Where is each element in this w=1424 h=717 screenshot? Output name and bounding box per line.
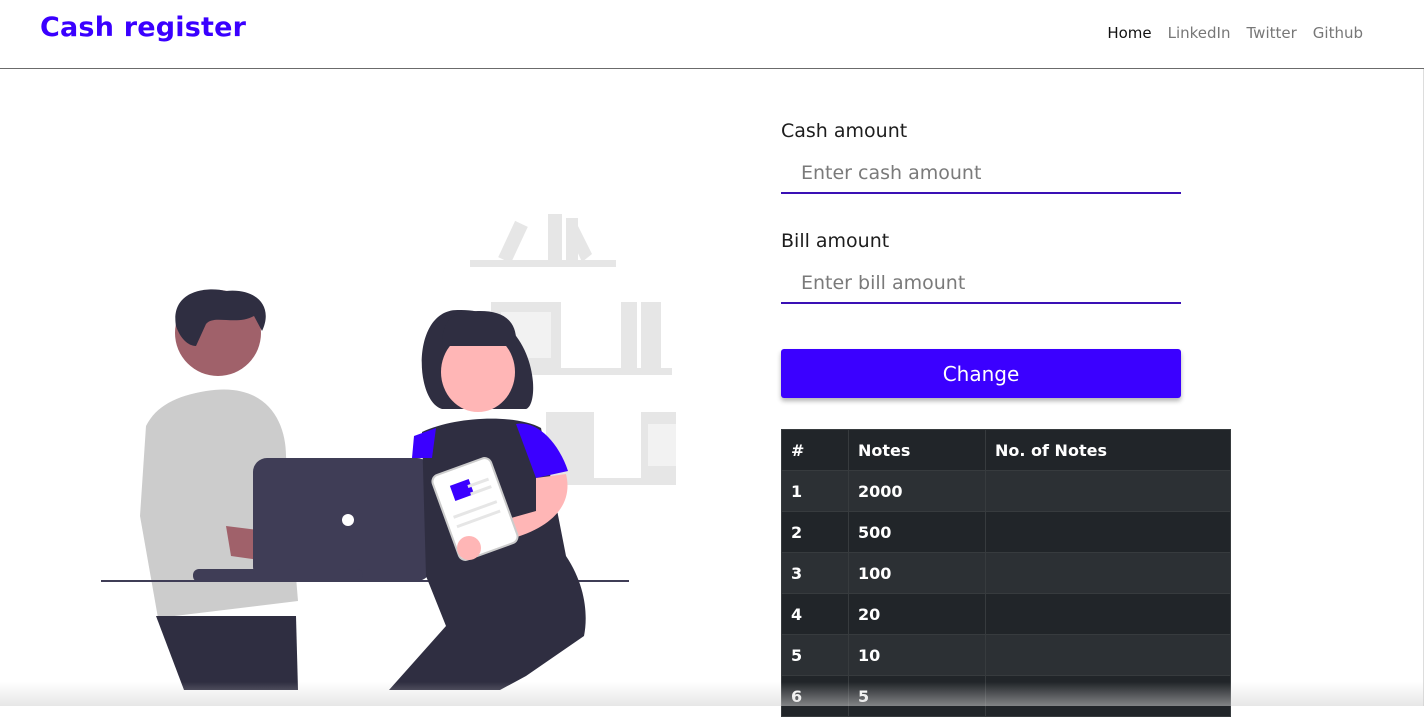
table-row: 4 20 [781, 593, 1231, 635]
bill-amount-group: Bill amount [781, 230, 1181, 304]
nav-linkedin-link[interactable]: LinkedIn [1168, 24, 1231, 42]
cash-amount-group: Cash amount [781, 120, 1181, 194]
table-row: 6 5 [781, 675, 1231, 717]
header-notes: Notes [848, 429, 986, 471]
people-laptop-illustration [101, 214, 676, 690]
header-index: # [781, 429, 849, 471]
table-row: 2 500 [781, 511, 1231, 553]
row-note: 20 [848, 593, 986, 635]
table-row: 1 2000 [781, 470, 1231, 512]
row-count [985, 470, 1231, 512]
row-note: 5 [848, 675, 986, 717]
row-count [985, 634, 1231, 676]
cash-amount-label: Cash amount [781, 120, 908, 142]
nav-twitter-link[interactable]: Twitter [1247, 24, 1297, 42]
row-count [985, 511, 1231, 553]
row-count [985, 675, 1231, 717]
row-index: 6 [781, 675, 849, 717]
change-button[interactable]: Change [781, 349, 1181, 398]
table-row: 5 10 [781, 634, 1231, 676]
bill-amount-input[interactable] [781, 264, 1181, 304]
row-note: 500 [848, 511, 986, 553]
row-index: 4 [781, 593, 849, 635]
nav-links: Home LinkedIn Twitter Github [1107, 24, 1363, 42]
row-note: 100 [848, 552, 986, 594]
brand-title[interactable]: Cash register [40, 12, 246, 43]
row-count [985, 552, 1231, 594]
cash-amount-input[interactable] [781, 154, 1181, 194]
bill-amount-label: Bill amount [781, 230, 890, 252]
row-index: 1 [781, 470, 849, 512]
row-note: 10 [848, 634, 986, 676]
navbar: Cash register Home LinkedIn Twitter Gith… [0, 0, 1424, 69]
table-header-row: # Notes No. of Notes [781, 429, 1231, 471]
table-row: 3 100 [781, 552, 1231, 594]
row-index: 3 [781, 552, 849, 594]
row-count [985, 593, 1231, 635]
notes-table: # Notes No. of Notes 1 2000 2 500 3 100 … [781, 429, 1231, 717]
nav-github-link[interactable]: Github [1313, 24, 1363, 42]
header-no-of-notes: No. of Notes [985, 429, 1231, 471]
row-note: 2000 [848, 470, 986, 512]
nav-home-link[interactable]: Home [1107, 24, 1151, 42]
row-index: 2 [781, 511, 849, 553]
row-index: 5 [781, 634, 849, 676]
